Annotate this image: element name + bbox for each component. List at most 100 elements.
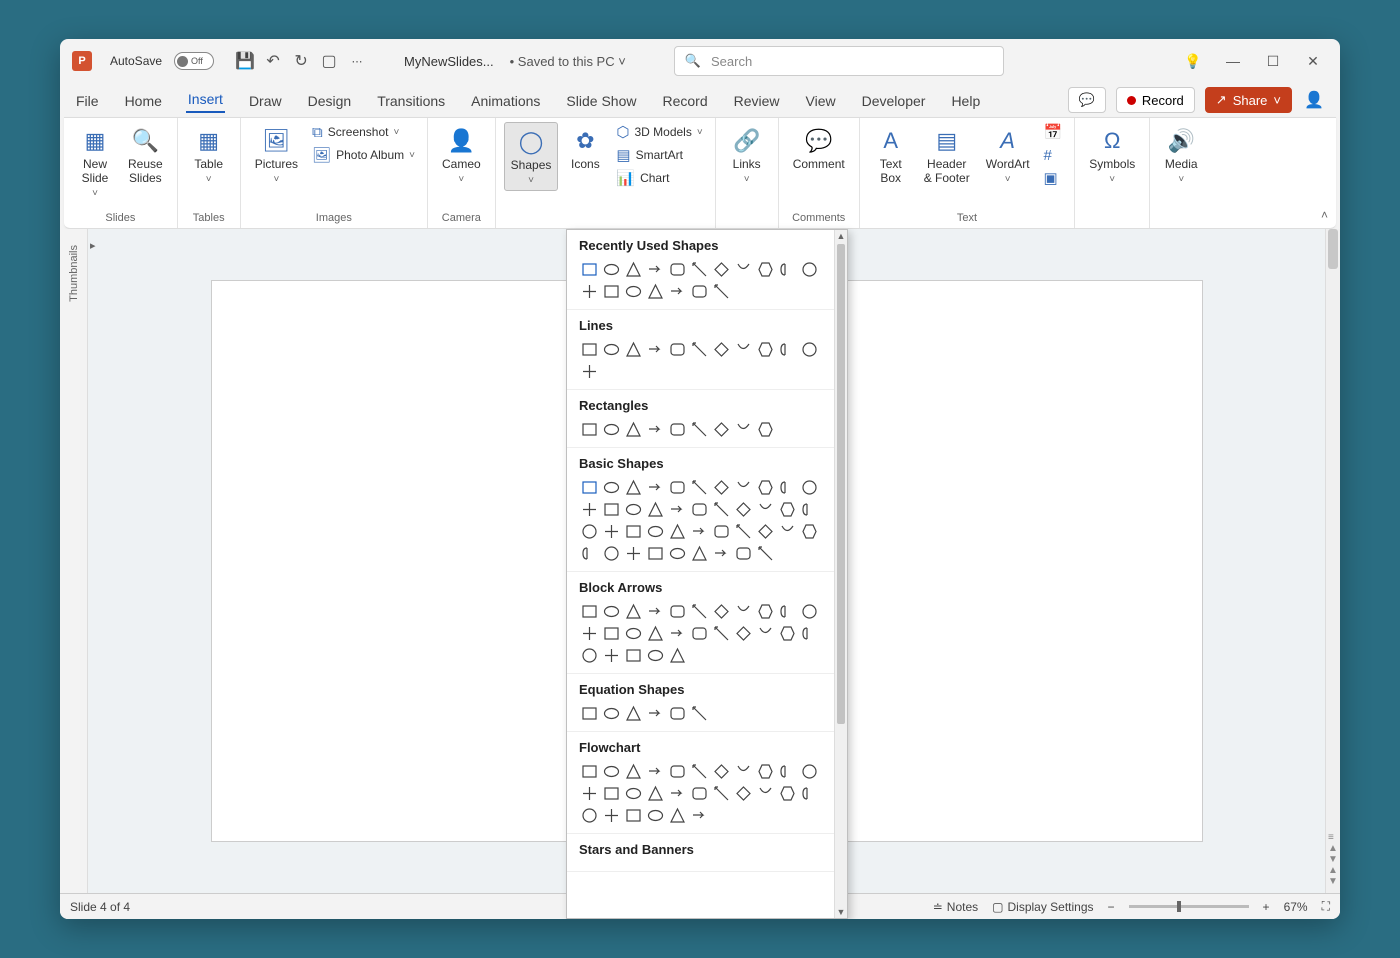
zoom-slider[interactable] <box>1129 905 1249 908</box>
tab-home[interactable]: Home <box>123 89 164 113</box>
shape-item[interactable] <box>733 623 753 643</box>
shape-item[interactable] <box>579 805 599 825</box>
shape-item[interactable] <box>645 761 665 781</box>
shape-item[interactable] <box>711 623 731 643</box>
share-button[interactable]: ↗ Share ˅ <box>1205 87 1292 113</box>
shape-item[interactable] <box>755 521 775 541</box>
comments-button[interactable]: 💬 <box>1068 87 1106 113</box>
shape-item[interactable] <box>623 645 643 665</box>
shape-item[interactable] <box>733 521 753 541</box>
shape-item[interactable] <box>755 339 775 359</box>
shape-item[interactable] <box>799 601 819 621</box>
saved-status[interactable]: • Saved to this PC ˅ <box>510 54 626 69</box>
shape-item[interactable] <box>579 281 599 301</box>
shape-item[interactable] <box>645 281 665 301</box>
shape-item[interactable] <box>579 499 599 519</box>
shape-item[interactable] <box>667 281 687 301</box>
record-button[interactable]: Record <box>1116 87 1195 113</box>
scroll-down-icon[interactable]: ▼ <box>835 907 847 917</box>
ribbon-collapse-button[interactable]: ˄ <box>1321 208 1328 222</box>
shape-item[interactable] <box>601 419 621 439</box>
shape-item[interactable] <box>667 499 687 519</box>
shape-item[interactable] <box>579 339 599 359</box>
shape-item[interactable] <box>601 645 621 665</box>
new-slide-button[interactable]: ▦New Slide <box>72 122 118 203</box>
shape-item[interactable] <box>667 805 687 825</box>
shape-item[interactable] <box>667 543 687 563</box>
shape-item[interactable] <box>601 521 621 541</box>
close-button[interactable]: ✕ <box>1304 52 1322 70</box>
tab-review[interactable]: Review <box>732 89 782 113</box>
scrollbar-thumb[interactable] <box>837 244 845 724</box>
tab-insert[interactable]: Insert <box>186 87 225 113</box>
shape-item[interactable] <box>755 499 775 519</box>
tab-help[interactable]: Help <box>949 89 982 113</box>
shape-item[interactable] <box>711 477 731 497</box>
shape-item[interactable] <box>799 339 819 359</box>
shape-item[interactable] <box>667 601 687 621</box>
shape-item[interactable] <box>579 783 599 803</box>
shape-item[interactable] <box>733 259 753 279</box>
shape-item[interactable] <box>623 477 643 497</box>
shape-item[interactable] <box>601 703 621 723</box>
shape-item[interactable] <box>799 499 819 519</box>
shape-item[interactable] <box>623 543 643 563</box>
shape-item[interactable] <box>777 499 797 519</box>
shape-item[interactable] <box>645 805 665 825</box>
icons-button[interactable]: ✿Icons <box>562 122 608 176</box>
shape-item[interactable] <box>667 623 687 643</box>
shape-item[interactable] <box>711 783 731 803</box>
tab-slideshow[interactable]: Slide Show <box>564 89 638 113</box>
shape-item[interactable] <box>755 543 775 563</box>
notes-button[interactable]: ≐ Notes <box>933 900 978 914</box>
shape-item[interactable] <box>667 477 687 497</box>
shape-item[interactable] <box>755 477 775 497</box>
scrollbar-thumb[interactable] <box>1328 229 1338 269</box>
shape-item[interactable] <box>623 601 643 621</box>
tab-transitions[interactable]: Transitions <box>375 89 447 113</box>
shape-item[interactable] <box>755 419 775 439</box>
shape-item[interactable] <box>623 783 643 803</box>
textbox-button[interactable]: AText Box <box>868 122 914 190</box>
fit-to-window-button[interactable]: ⛶ <box>1322 899 1330 914</box>
tab-record[interactable]: Record <box>660 89 709 113</box>
zoom-in-button[interactable]: + <box>1263 900 1270 914</box>
shape-item[interactable] <box>667 761 687 781</box>
shape-item[interactable] <box>645 339 665 359</box>
shape-item[interactable] <box>667 645 687 665</box>
redo-icon[interactable]: ↻ <box>292 52 310 70</box>
shape-item[interactable] <box>645 703 665 723</box>
links-button[interactable]: 🔗Links <box>724 122 770 189</box>
shape-item[interactable] <box>601 543 621 563</box>
comment-button[interactable]: 💬Comment <box>787 122 851 176</box>
shape-item[interactable] <box>623 419 643 439</box>
shape-item[interactable] <box>645 783 665 803</box>
shape-item[interactable] <box>689 601 709 621</box>
shape-item[interactable] <box>777 521 797 541</box>
tab-view[interactable]: View <box>804 89 838 113</box>
shape-item[interactable] <box>689 499 709 519</box>
tab-design[interactable]: Design <box>306 89 354 113</box>
shape-item[interactable] <box>623 521 643 541</box>
document-title[interactable]: MyNewSlides... <box>404 54 494 69</box>
tab-file[interactable]: File <box>74 89 101 113</box>
shape-item[interactable] <box>711 601 731 621</box>
shape-item[interactable] <box>623 259 643 279</box>
shape-item[interactable] <box>711 339 731 359</box>
search-input[interactable]: 🔍 Search <box>674 46 1004 76</box>
shape-item[interactable] <box>777 761 797 781</box>
cameo-button[interactable]: 👤Cameo <box>436 122 487 189</box>
tab-developer[interactable]: Developer <box>860 89 928 113</box>
shape-item[interactable] <box>799 623 819 643</box>
media-button[interactable]: 🔊Media <box>1158 122 1204 189</box>
smartart-button[interactable]: ▤SmartArt <box>612 145 706 167</box>
shape-item[interactable] <box>623 339 643 359</box>
vertical-scrollbar[interactable]: ≡▲▼▲▼ <box>1325 229 1340 893</box>
shape-item[interactable] <box>733 761 753 781</box>
shape-item[interactable] <box>777 783 797 803</box>
reuse-slides-button[interactable]: 🔍Reuse Slides <box>122 122 169 190</box>
scroll-up-icon[interactable]: ▲ <box>835 231 847 241</box>
shape-item[interactable] <box>623 281 643 301</box>
object-button[interactable]: ▣ <box>1040 168 1067 190</box>
table-button[interactable]: ▦Table <box>186 122 232 189</box>
